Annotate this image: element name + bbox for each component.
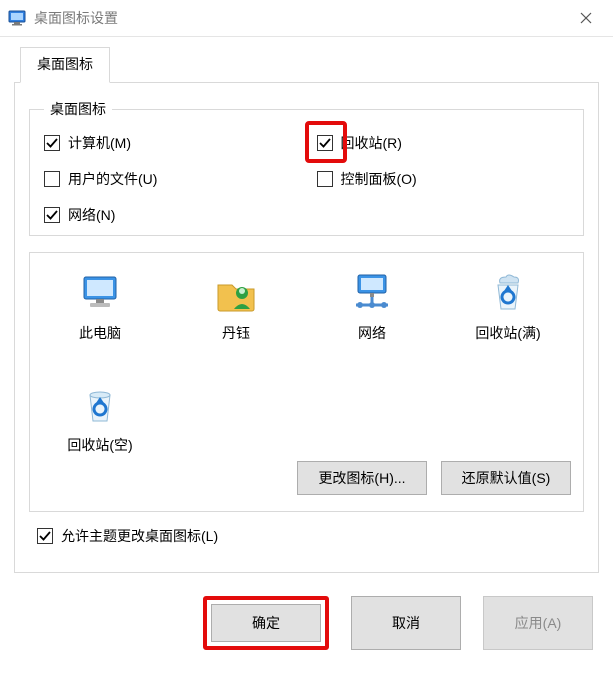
checkbox-label: 网络(N) — [68, 205, 115, 225]
checkbox-box — [44, 171, 60, 187]
close-button[interactable] — [563, 0, 609, 36]
checkbox-computer[interactable]: 计算机(M) — [44, 133, 297, 153]
check-icon — [46, 209, 58, 221]
checkbox-box — [317, 171, 333, 187]
checkbox-allow-theme[interactable]: 允许主题更改桌面图标(L) — [37, 526, 584, 546]
apply-button[interactable]: 应用(A) — [483, 596, 593, 650]
tab-panel: 桌面图标 计算机(M) 回收站(R) — [14, 82, 599, 573]
check-icon — [39, 530, 51, 542]
checkbox-box — [44, 135, 60, 151]
tabstrip: 桌面图标 — [14, 47, 599, 83]
app-icon — [8, 9, 26, 27]
group-legend: 桌面图标 — [44, 99, 112, 119]
user-folder-icon — [214, 271, 258, 315]
icon-label: 此电脑 — [79, 323, 121, 343]
checkbox-label: 允许主题更改桌面图标(L) — [61, 526, 218, 546]
tab-desktop-icons[interactable]: 桌面图标 — [20, 47, 110, 83]
checkbox-label: 用户的文件(U) — [68, 169, 157, 189]
checkbox-control-panel[interactable]: 控制面板(O) — [317, 169, 570, 189]
desktop-icons-group: 桌面图标 计算机(M) 回收站(R) — [29, 99, 584, 236]
close-icon — [580, 12, 592, 24]
monitor-icon — [78, 271, 122, 315]
icon-recycle-empty[interactable]: 回收站(空) — [42, 383, 158, 455]
icon-user-folder[interactable]: 丹钰 — [178, 271, 294, 343]
recycle-empty-icon — [78, 383, 122, 427]
checkbox-user-files[interactable]: 用户的文件(U) — [44, 169, 297, 189]
icon-recycle-full[interactable]: 回收站(满) — [450, 271, 566, 343]
change-icon-button[interactable]: 更改图标(H)... — [297, 461, 427, 495]
dialog-button-row: 确定 取消 应用(A) — [0, 585, 613, 666]
checkbox-box — [44, 207, 60, 223]
cancel-button[interactable]: 取消 — [351, 596, 461, 650]
icon-label: 丹钰 — [222, 323, 250, 343]
checkbox-box — [317, 135, 333, 151]
check-icon — [319, 137, 331, 149]
icon-label: 回收站(满) — [475, 323, 540, 343]
icon-label: 网络 — [358, 323, 386, 343]
window-title: 桌面图标设置 — [34, 8, 563, 28]
icon-label: 回收站(空) — [67, 435, 132, 455]
icon-preview-panel: 此电脑 丹钰 — [29, 252, 584, 512]
restore-default-button[interactable]: 还原默认值(S) — [441, 461, 571, 495]
network-icon — [350, 271, 394, 315]
titlebar: 桌面图标设置 — [0, 0, 613, 37]
checkbox-label: 计算机(M) — [68, 133, 131, 153]
recycle-full-icon — [486, 271, 530, 315]
check-icon — [46, 137, 58, 149]
checkbox-box — [37, 528, 53, 544]
checkbox-network[interactable]: 网络(N) — [44, 205, 297, 225]
checkbox-label: 控制面板(O) — [341, 169, 417, 189]
checkbox-label: 回收站(R) — [341, 133, 402, 153]
highlight-box: 确定 — [203, 596, 329, 650]
checkbox-recycle-bin[interactable]: 回收站(R) — [317, 133, 570, 153]
ok-button[interactable]: 确定 — [211, 604, 321, 642]
icon-this-pc[interactable]: 此电脑 — [42, 271, 158, 343]
icon-network[interactable]: 网络 — [314, 271, 430, 343]
